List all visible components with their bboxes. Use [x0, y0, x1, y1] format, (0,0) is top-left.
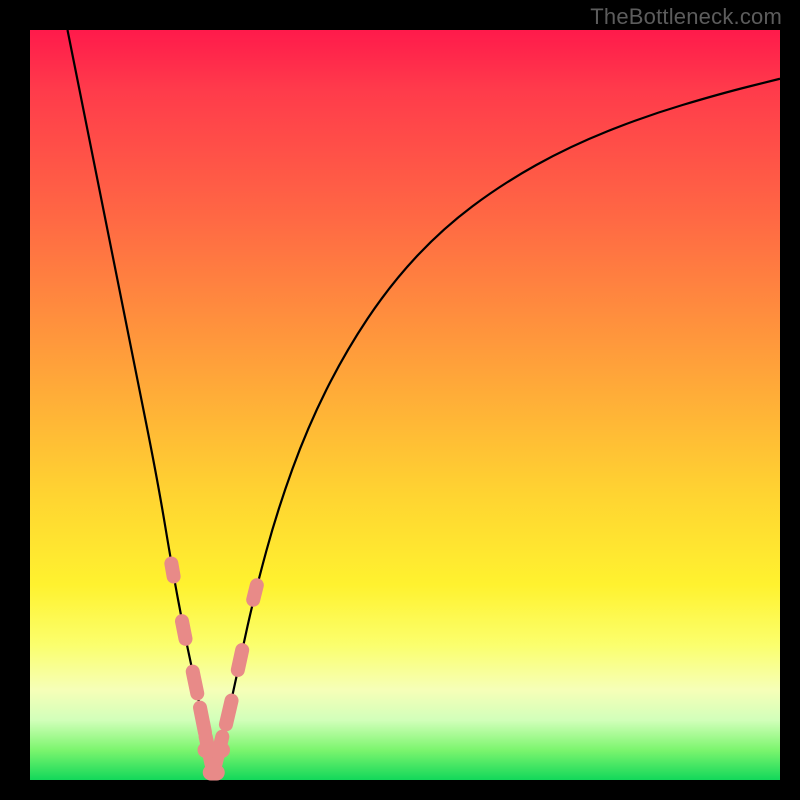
plot-area: [30, 30, 780, 780]
outer-frame: TheBottleneck.com: [0, 0, 800, 800]
highlight-marker: [184, 663, 205, 701]
highlight-marker: [203, 765, 225, 781]
highlight-marker: [174, 613, 194, 647]
curve-path: [68, 30, 781, 767]
highlight-marker: [208, 742, 230, 758]
bottleneck-curve-svg: [30, 30, 780, 780]
watermark-text: TheBottleneck.com: [590, 4, 782, 30]
highlight-marker: [163, 555, 181, 584]
highlight-marker: [218, 692, 240, 733]
highlight-marker: [245, 577, 266, 609]
highlight-group: [163, 555, 265, 780]
highlight-marker: [229, 642, 250, 679]
